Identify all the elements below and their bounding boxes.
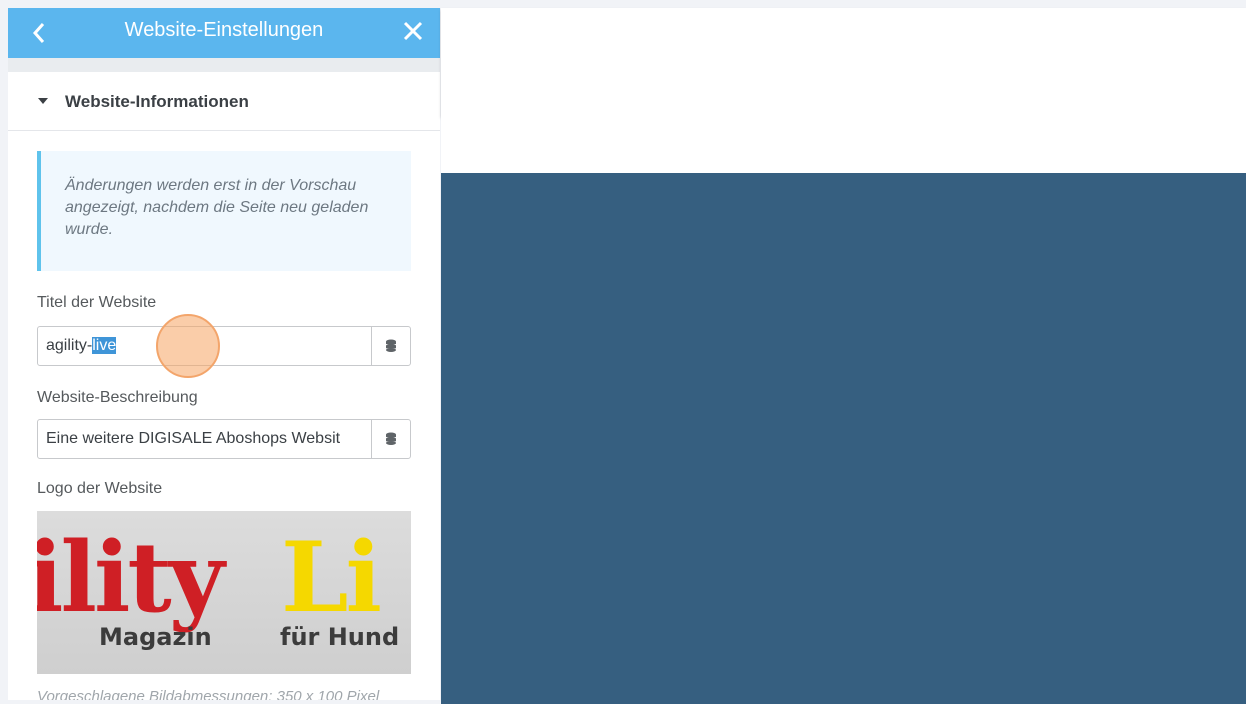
site-title-input[interactable]: agility-live	[37, 326, 411, 366]
click-indicator	[156, 314, 220, 378]
logo-subtext-right: für Hund	[280, 623, 400, 651]
chevron-left-icon[interactable]	[26, 18, 52, 48]
preview-hero	[441, 173, 1246, 704]
close-icon[interactable]	[400, 18, 426, 44]
caret-down-icon	[38, 98, 48, 104]
site-description-label: Website-Beschreibung	[37, 389, 198, 406]
site-description-input[interactable]: Eine weitere DIGISALE Aboshops Websit	[37, 419, 411, 459]
section-title: Website-Informationen	[65, 92, 249, 111]
preview-spacer	[441, 116, 1246, 173]
logo-text-yellow: Li	[281, 521, 382, 634]
database-icon[interactable]	[371, 327, 410, 365]
app-frame: Website-Einstellungen Website-Informatio…	[8, 8, 1246, 704]
site-title-selected-text: live	[92, 337, 117, 354]
logo-text-red: ility	[37, 521, 225, 634]
site-title-label: Titel der Website	[37, 294, 157, 311]
site-description-value[interactable]: Eine weitere DIGISALE Aboshops Websit	[46, 420, 366, 458]
header-divider	[8, 58, 440, 72]
database-icon[interactable]	[371, 420, 410, 458]
panel-title: Website-Einstellungen	[124, 19, 324, 41]
settings-panel: Website-Einstellungen Website-Informatio…	[8, 8, 440, 700]
panel-header: Website-Einstellungen	[8, 8, 440, 58]
site-logo-label: Logo der Website	[37, 480, 163, 497]
section-toggle-website-info[interactable]: Website-Informationen	[8, 72, 440, 131]
logo-subtext-left: Magazin	[99, 623, 212, 651]
site-title-value-prefix: agility-	[46, 337, 93, 354]
preview-header	[441, 8, 1246, 116]
reload-notice: Änderungen werden erst in der Vorschau a…	[37, 151, 411, 271]
image-size-hint: Vorgeschlagene Bildabmessungen: 350 x 10…	[37, 688, 380, 700]
site-logo-image[interactable]: ility Li Magazin für Hund	[37, 511, 411, 674]
